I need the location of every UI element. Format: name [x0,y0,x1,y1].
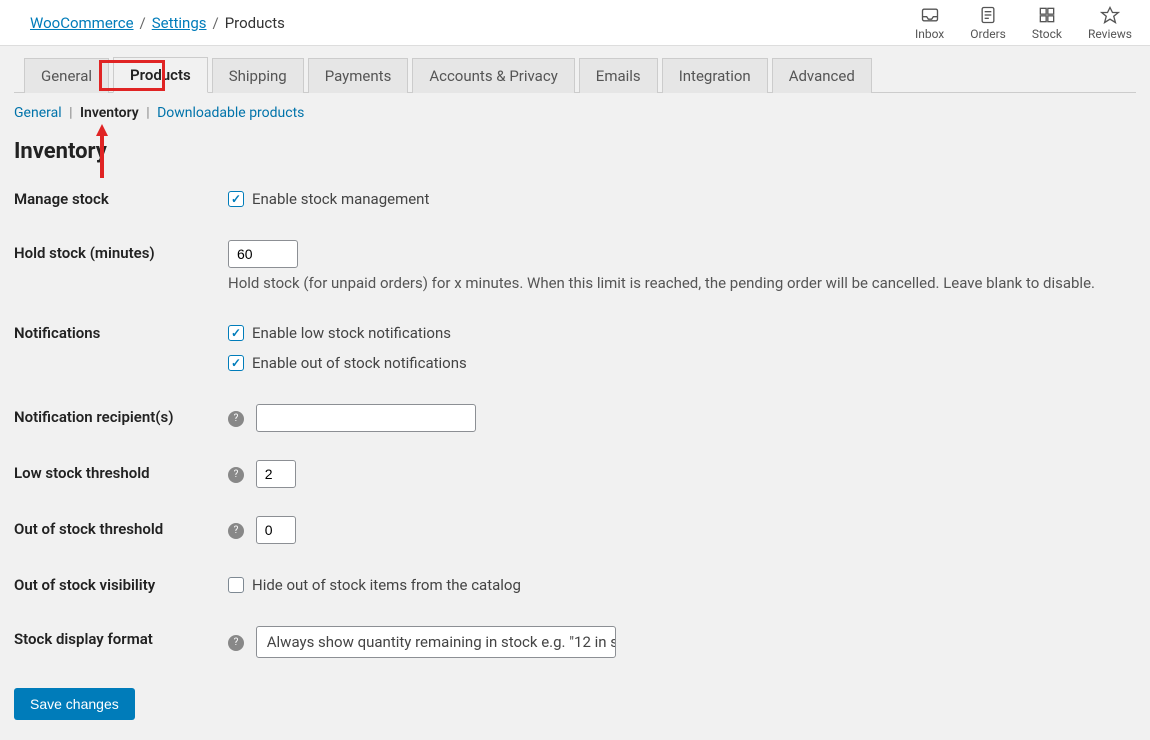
help-icon[interactable]: ? [228,523,244,539]
orders-icon [978,5,998,25]
help-icon[interactable]: ? [228,411,244,427]
label-low-threshold: Low stock threshold [14,460,224,488]
tab-payments[interactable]: Payments [308,58,409,93]
select-display-format-value: Always show quantity remaining in stock … [267,633,616,651]
inbox-button[interactable]: Inbox [915,5,944,41]
breadcrumb-mid[interactable]: Settings [152,14,207,32]
products-subnav: General | Inventory | Downloadable produ… [14,105,1136,121]
checkbox-out-of-stock[interactable] [228,355,244,371]
save-button[interactable]: Save changes [14,688,135,720]
orders-label: Orders [970,27,1006,41]
tab-emails[interactable]: Emails [579,58,658,93]
tab-general[interactable]: General [24,58,109,93]
breadcrumb: WooCommerce / Settings / Products [30,14,285,32]
label-manage-stock: Manage stock [14,186,224,212]
checkbox-hide-oos[interactable] [228,577,244,593]
desc-hold-stock: Hold stock (for unpaid orders) for x min… [228,274,1136,292]
subnav-sep: | [69,105,72,121]
label-notifications: Notifications [14,320,224,376]
subnav-sep: | [146,105,149,121]
help-icon[interactable]: ? [228,467,244,483]
input-hold-stock[interactable] [228,240,298,268]
subnav-general[interactable]: General [14,105,62,121]
star-icon [1100,5,1120,25]
checkbox-enable-stock[interactable] [228,191,244,207]
tab-products[interactable]: Products [113,57,208,93]
subnav-inventory[interactable]: Inventory [80,105,139,121]
stock-icon [1037,5,1057,25]
settings-tabs: General Products Shipping Payments Accou… [14,56,1136,93]
orders-button[interactable]: Orders [970,5,1006,41]
help-icon[interactable]: ? [228,635,244,651]
top-bar: WooCommerce / Settings / Products Inbox … [0,0,1150,46]
breadcrumb-current: Products [225,14,285,32]
input-recipients[interactable] [256,404,476,432]
subnav-downloadable[interactable]: Downloadable products [157,105,304,121]
label-visibility: Out of stock visibility [14,572,224,598]
reviews-label: Reviews [1088,27,1132,41]
top-icon-bar: Inbox Orders Stock Reviews [915,5,1132,41]
inbox-label: Inbox [915,27,944,41]
input-low-threshold[interactable] [256,460,296,488]
select-display-format[interactable]: Always show quantity remaining in stock … [256,626,616,658]
tab-integration[interactable]: Integration [662,58,768,93]
tab-accounts[interactable]: Accounts & Privacy [412,58,574,93]
tab-shipping[interactable]: Shipping [212,58,304,93]
tab-advanced[interactable]: Advanced [772,58,872,93]
checkbox-out-of-stock-label: Enable out of stock notifications [252,354,467,372]
breadcrumb-sep: / [213,14,219,32]
page-title: Inventory [14,139,1136,164]
label-out-threshold: Out of stock threshold [14,516,224,544]
checkbox-low-stock-label: Enable low stock notifications [252,324,451,342]
checkbox-enable-stock-label: Enable stock management [252,190,429,208]
checkbox-hide-oos-label: Hide out of stock items from the catalog [252,576,521,594]
stock-button[interactable]: Stock [1032,5,1062,41]
label-recipients: Notification recipient(s) [14,404,224,432]
inbox-icon [920,5,940,25]
label-display-format: Stock display format [14,626,224,658]
input-out-threshold[interactable] [256,516,296,544]
breadcrumb-sep: / [140,14,146,32]
checkbox-low-stock[interactable] [228,325,244,341]
breadcrumb-root[interactable]: WooCommerce [30,14,134,32]
label-hold-stock: Hold stock (minutes) [14,240,224,292]
stock-label: Stock [1032,27,1062,41]
reviews-button[interactable]: Reviews [1088,5,1132,41]
